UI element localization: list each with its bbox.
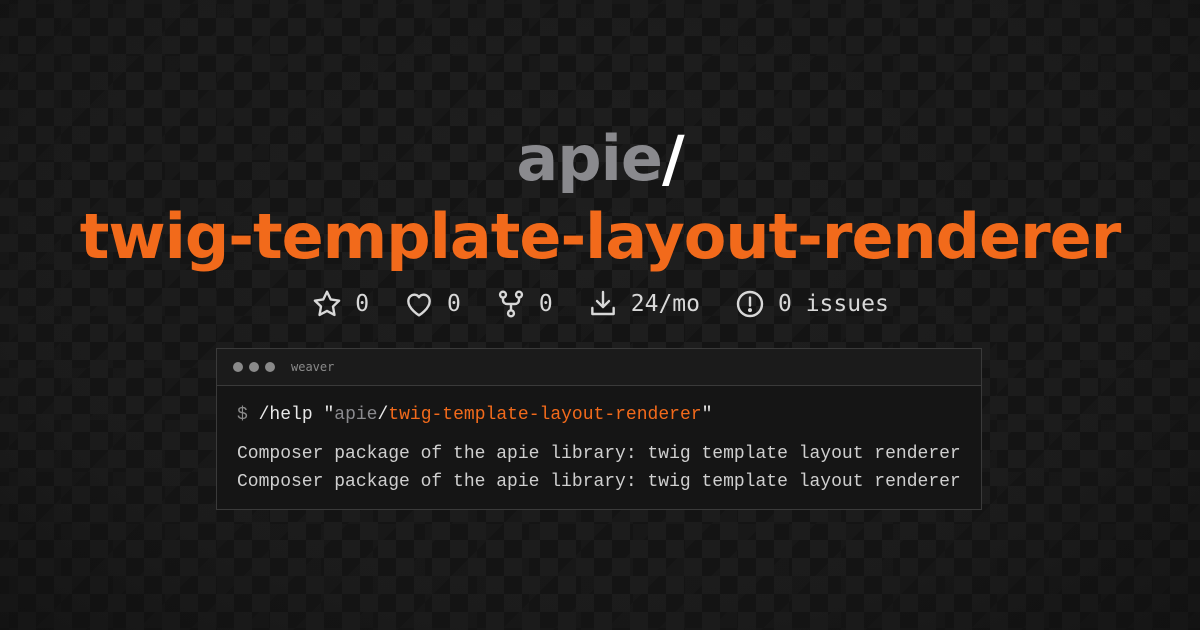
- stat-stars: 0: [311, 288, 369, 320]
- terminal-output-line: Composer package of the apie library: tw…: [237, 472, 961, 492]
- quote-open: ": [323, 405, 335, 425]
- window-dot-2: [249, 362, 259, 372]
- owner-name: apie: [516, 122, 663, 195]
- stats-bar: 0 0 0 24/mo 0 issues: [0, 288, 1200, 320]
- command-arg-slash: /: [377, 405, 389, 425]
- star-icon: [313, 290, 341, 317]
- command-arg-package: twig-template-layout-renderer: [388, 405, 702, 425]
- heart-icon: [407, 293, 431, 317]
- window-dot-3: [265, 362, 275, 372]
- forks-count: 0: [538, 291, 553, 317]
- terminal-command-line: $ /help "apie/twig-template-layout-rende…: [237, 404, 961, 426]
- issue-icon: [736, 290, 764, 318]
- issues-count: 0 issues: [778, 291, 889, 317]
- package-name: twig-template-layout-renderer: [79, 200, 1122, 273]
- terminal-title: weaver: [291, 360, 335, 374]
- title-slash: /: [661, 122, 685, 195]
- terminal-output-line: Composer package of the apie library: tw…: [237, 444, 961, 464]
- stat-forks: 0: [495, 288, 553, 320]
- downloads-count: 24/mo: [630, 291, 701, 317]
- terminal-command: /help: [258, 405, 313, 425]
- window-dot-1: [233, 362, 243, 372]
- terminal-title-bar: weaver: [217, 349, 981, 386]
- fork-icon: [498, 290, 524, 318]
- download-icon: [590, 290, 615, 316]
- terminal-body: $ /help "apie/twig-template-layout-rende…: [217, 386, 981, 496]
- stat-issues: 0 issues: [734, 288, 889, 320]
- terminal-window: weaver $ /help "apie/twig-template-layou…: [216, 348, 982, 510]
- likes-count: 0: [447, 291, 461, 317]
- package-title: apie/ twig-template-layout-renderer: [0, 120, 1200, 276]
- stat-likes: 0: [403, 288, 461, 320]
- stat-downloads: 24/mo: [587, 288, 700, 320]
- quote-close: ": [701, 405, 713, 425]
- title-owner-line: apie/: [0, 120, 1200, 198]
- terminal-prompt: $: [237, 405, 248, 425]
- stars-count: 0: [355, 291, 370, 317]
- command-arg-owner: apie: [334, 405, 378, 425]
